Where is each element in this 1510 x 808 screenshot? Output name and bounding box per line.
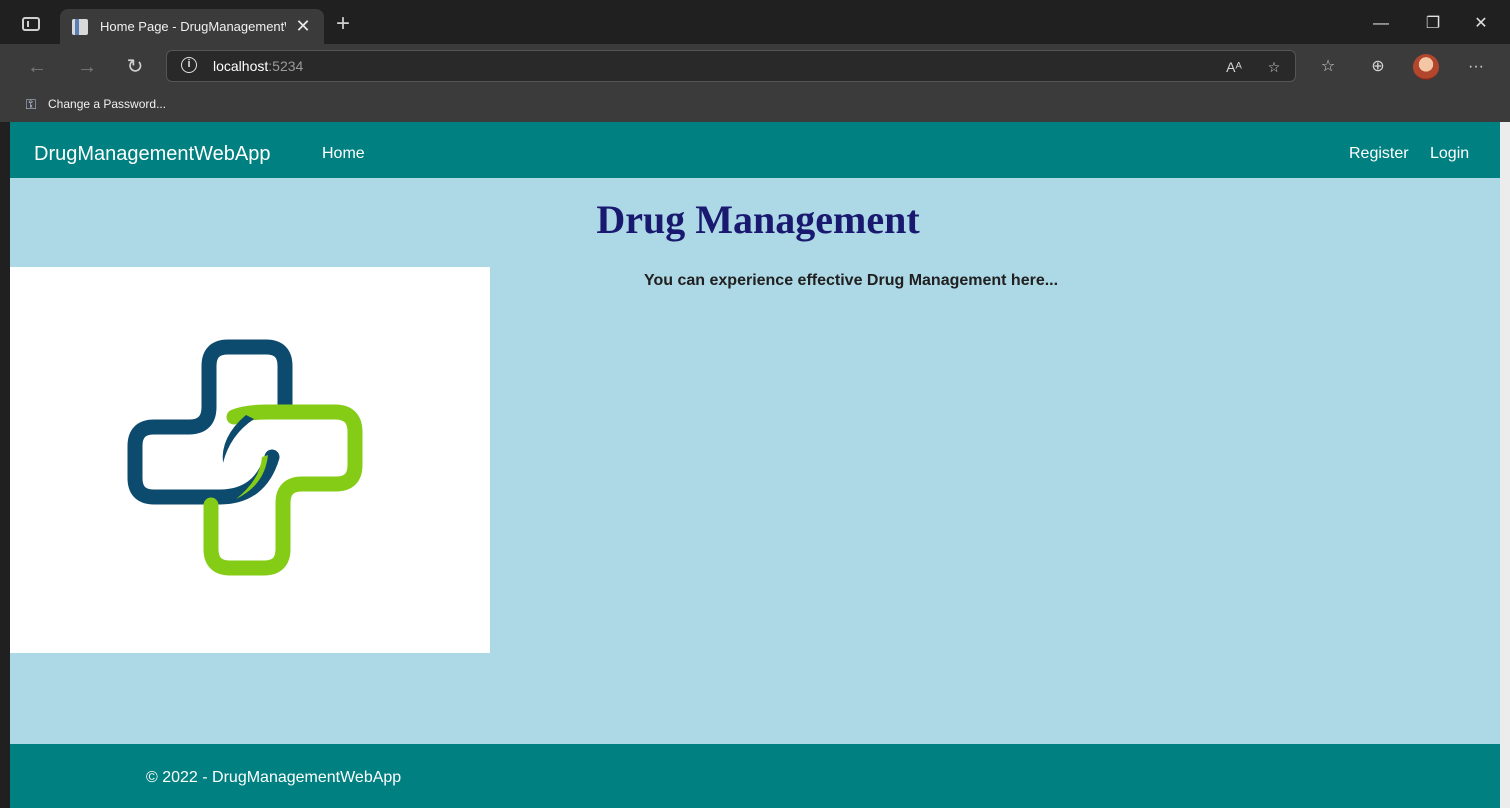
tab-title: Home Page - DrugManagementWebApp: [100, 19, 286, 34]
nav-login-link[interactable]: Login: [1430, 145, 1469, 163]
bookmarks-bar: ⚿ Change a Password...: [0, 88, 1510, 122]
window-minimize-icon[interactable]: —: [1366, 12, 1396, 36]
url-host: localhost: [213, 58, 269, 74]
page-favicon-icon: [72, 19, 88, 35]
url-text[interactable]: localhost:5234: [213, 58, 303, 76]
nav-home-link[interactable]: Home: [322, 145, 365, 163]
window-close-icon[interactable]: ✕: [1466, 12, 1496, 36]
forward-icon[interactable]: →: [74, 54, 100, 80]
favorite-add-icon[interactable]: ☆: [1263, 56, 1285, 78]
web-page: DrugManagementWebApp Home Register Login…: [10, 122, 1500, 808]
site-navbar: DrugManagementWebApp Home Register Login: [10, 122, 1500, 178]
page-scrollbar[interactable]: [1500, 122, 1510, 808]
address-bar[interactable]: i localhost:5234 A͏ᴬ ☆: [166, 50, 1296, 82]
page-heading: Drug Management: [596, 197, 920, 242]
logo-blue-stroke: [127, 339, 293, 505]
page-tagline: You can experience effective Drug Manage…: [644, 272, 1059, 289]
site-footer: © 2022 - DrugManagementWebApp: [10, 744, 1500, 808]
new-tab-icon[interactable]: +: [333, 12, 353, 36]
more-icon[interactable]: ···: [1464, 55, 1488, 79]
tab-close-icon[interactable]: ✕: [293, 16, 313, 36]
medical-logo-image: [10, 267, 490, 653]
bookmark-change-password[interactable]: Change a Password...: [48, 97, 166, 111]
site-info-icon[interactable]: i: [181, 57, 197, 73]
read-aloud-icon[interactable]: A͏ᴬ: [1223, 56, 1245, 78]
refresh-icon[interactable]: ↻: [122, 54, 148, 80]
medical-cross-logo-icon: [127, 339, 363, 576]
browser-toolbar: ← → ↻ i localhost:5234 A͏ᴬ ☆ ☆ ⊕ ···: [0, 44, 1510, 88]
window-restore-icon[interactable]: ❐: [1418, 12, 1448, 36]
footer-copyright: © 2022 - DrugManagementWebApp: [146, 769, 402, 786]
favorites-icon[interactable]: ☆: [1316, 55, 1340, 79]
url-port: :5234: [268, 58, 304, 74]
profile-avatar[interactable]: [1413, 54, 1439, 80]
site-brand[interactable]: DrugManagementWebApp: [34, 143, 270, 166]
browser-tab-active[interactable]: Home Page - DrugManagementWebApp ✕: [60, 9, 324, 44]
browser-tabstrip: Home Page - DrugManagementWebApp ✕ + — ❐…: [0, 0, 1510, 44]
tab-actions-icon[interactable]: [22, 17, 40, 31]
collections-icon[interactable]: ⊕: [1366, 55, 1390, 79]
back-icon[interactable]: ←: [24, 54, 50, 80]
password-key-icon: ⚿: [25, 96, 37, 112]
nav-register-link[interactable]: Register: [1349, 145, 1409, 163]
